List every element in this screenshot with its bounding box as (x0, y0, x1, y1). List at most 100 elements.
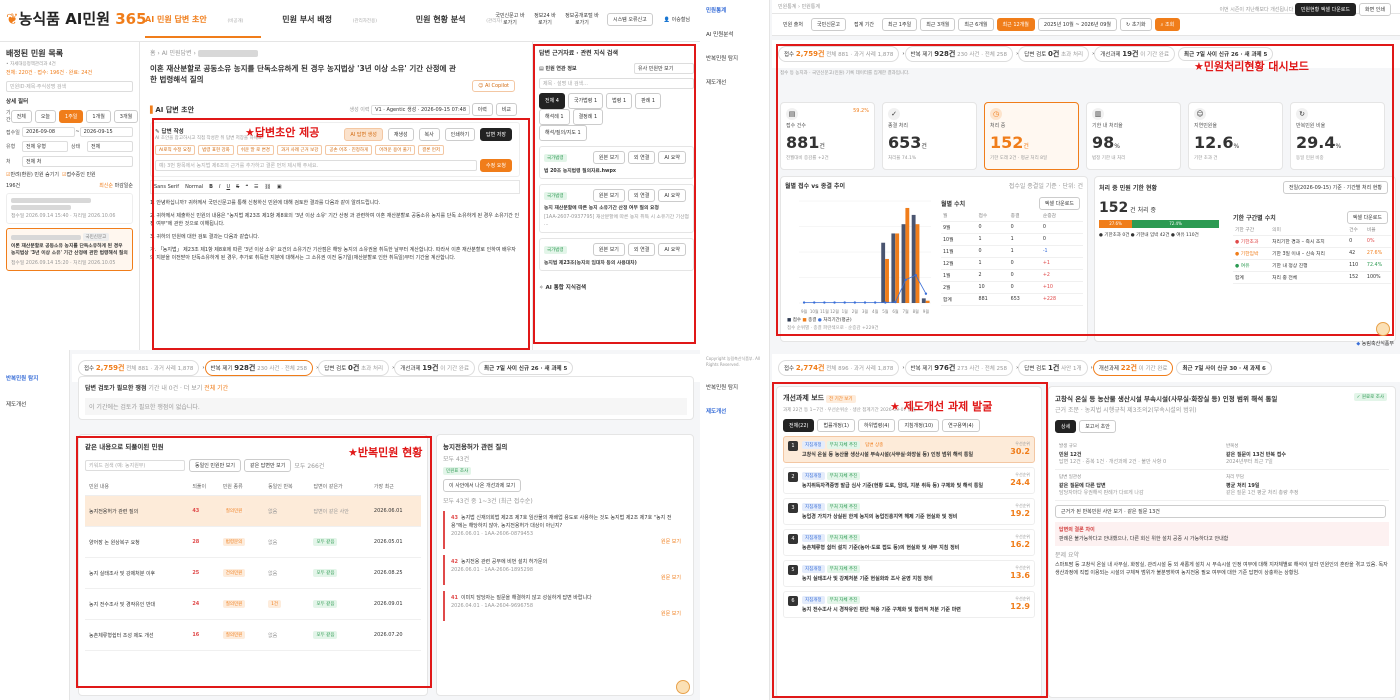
reference-card[interactable]: 국가법령 원본 보기 외 연결 AI 요약 농지 재산분할에 따른 농지 소유기간 산… (539, 184, 694, 233)
regenerate-button[interactable]: 재생성 (387, 127, 414, 141)
period-month[interactable]: 1개월 (86, 109, 111, 123)
underline-icon[interactable]: U (226, 184, 230, 190)
tab-detail[interactable]: 상세 (1055, 420, 1077, 433)
save-answer-button[interactable]: 답변 저장 (480, 127, 512, 141)
view-original-link[interactable]: 원문 보기 (451, 538, 681, 546)
table-row[interactable]: 농지전용허가 관련 질의 43 질의민원 없음 답변이 같은 사안 2026.06.01 (85, 495, 421, 527)
link-icon[interactable]: ⛓ (265, 184, 271, 190)
reset-button[interactable]: ↻ 초기화 (1120, 18, 1152, 31)
tab-report[interactable]: 보고서 초안 (1079, 420, 1116, 433)
chip-law[interactable]: 법령 표현 강화 (198, 145, 234, 155)
monthly-excel-button[interactable]: 엑셀 다운로드 (1038, 197, 1080, 210)
external-link-button[interactable]: 외 연결 (627, 151, 656, 164)
side-item-repeat[interactable]: 반복민원 탐지 (706, 54, 763, 62)
filter-decision[interactable]: 결정례 1 (572, 109, 604, 125)
image-icon[interactable]: ▣ (277, 184, 282, 190)
sort-latest[interactable]: 최신순 (99, 183, 113, 189)
view-original-link[interactable]: 원문 보기 (451, 610, 681, 618)
review-all-link[interactable]: 전체 기간 (204, 385, 228, 392)
side-item-repeat[interactable]: 반복민원 탐지 (6, 374, 63, 382)
view-original-link[interactable]: 원문 보기 (451, 574, 681, 582)
revision-submit-button[interactable]: 수정 요청 (480, 159, 512, 172)
chip-polite[interactable]: 공손 어조 · 진정하게 (325, 145, 373, 155)
list-item[interactable]: . . 접수일 2026.09.14 15:40 · 처리일 2026.10.0… (6, 193, 133, 224)
reference-card[interactable]: 국가법령 원본 보기 외 연결 AI 요약 농지법 제23조(농지의 임대차 등의 사… (539, 238, 694, 271)
repeat-search-input[interactable]: 키워드 검색 (예: 농지원부) (85, 460, 185, 471)
period-today[interactable]: 오늘 (34, 109, 57, 123)
filter-guidance[interactable]: 해석/질의/지도 1 (539, 125, 587, 141)
editor-body[interactable]: 1. 안녕하십니까? 귀하께서 국민신문고를 통해 신청하신 민원에 대해 검토… (150, 199, 520, 262)
app-logo[interactable]: ❦농식품 AI민원 365 (6, 8, 147, 29)
filter-law[interactable]: 법령 1 (606, 93, 633, 109)
task-item[interactable]: 2 지침개정 부처 자체 추진 농지취득자격증명 발급 심사 기준(현황 도로, 임대… (783, 467, 1035, 494)
period-all[interactable]: 전체 (10, 109, 32, 123)
view-original-button[interactable]: 원본 보기 (592, 151, 625, 164)
nav-assign[interactable]: 민원 부서 배정 (관리자전용) (282, 15, 395, 24)
filter-precedent[interactable]: 판례 1 (635, 93, 662, 109)
external-link-button[interactable]: 외 연결 (627, 243, 656, 256)
ai-summary-button[interactable]: AI 요약 (658, 243, 686, 256)
task-item[interactable]: 3 지침개정 부처 자체 추진 농업경 가치가 상실된 한계 농지의 농업진흥지역 해… (783, 498, 1035, 525)
view-original-button[interactable]: 원본 보기 (592, 189, 625, 202)
table-row[interactable]: 농촌체류형쉼터 조성 제도 개선 16 질의민원 없음 모두 같음 2026.07.20 (85, 619, 421, 651)
error-report-button[interactable]: 시스템 오류신고 (606, 12, 653, 26)
filter-all[interactable]: 전체 4 (539, 93, 565, 109)
kpi-recent[interactable]: 최근 7일 사이 신규 26 · 새 과제 5 (478, 361, 574, 375)
chip-ai-fix[interactable]: AI로직 수정 요청 (155, 145, 196, 155)
qa-item[interactable]: 42 농지전용 관련 공부에 비번 설치 허가문의 2026.06.01 · 1AA… (443, 555, 687, 585)
chip-terms[interactable]: 어려운 용어 풀기 (375, 145, 416, 155)
strike-icon[interactable]: S (236, 184, 239, 190)
link-gov24[interactable]: 정보24 바로가기 (533, 12, 557, 26)
reference-search-input[interactable]: 제목 · 설명 내 검색... (539, 78, 694, 89)
qa-item[interactable]: 41 이미지 담당자는 질문을 해결하지 않고 성실하게 답변 바랍니다 2026.… (443, 591, 687, 621)
link-openinfo[interactable]: 정보공개포털 바로가기 (565, 12, 599, 26)
similar-filter-select[interactable]: 유사 민원만 보기 (634, 63, 694, 74)
mascot-icon[interactable] (676, 680, 690, 694)
bold-icon[interactable]: B (209, 184, 213, 190)
kpi-received[interactable]: 접수 2,774건 전체 896 · 과거 사례 1,878 (778, 360, 900, 376)
kpi-received[interactable]: 접수 2,759건 전체 881 · 과거 사례 1,878 (778, 46, 900, 62)
kpi-reform[interactable]: 개선과제 19건 이 기간 완료 (1094, 46, 1176, 62)
user-name[interactable]: 👤 이승철님 (664, 16, 690, 23)
kpi-repeat[interactable]: 반복 제기 976건 273 사건 · 전체 258 (904, 360, 1014, 376)
same-answer-button[interactable]: 같은 답변만 보기 (243, 459, 292, 472)
filter-national-law[interactable]: 국가법령 1 (567, 93, 604, 109)
search-button[interactable]: ⌕ 조회 (1154, 18, 1181, 31)
excel-download-button[interactable]: 민원현황 엑셀 다운로드 (1294, 3, 1356, 16)
kpi-review[interactable]: 답변 검토 0건 초과 처리 (318, 360, 390, 376)
mascot-icon[interactable] (1376, 322, 1390, 336)
version-select[interactable]: V1 · Agentic 생성 · 2026-09-15 07:48 (371, 105, 470, 115)
kpi-repeat[interactable]: 반복 제기 928건 230 사건 · 전체 258 (904, 46, 1014, 62)
date-from-field[interactable]: 2026-09-08 (22, 127, 76, 137)
period-12months[interactable]: 최근 12개월 (996, 18, 1035, 31)
kpi-reform[interactable]: 개선과제 22건 이 기간 완료 (1092, 360, 1174, 376)
print-button[interactable]: 화면 인쇄 (1359, 3, 1391, 16)
chip-easy[interactable]: 쉬운 말 로 변경 (236, 145, 274, 155)
side-item-reform[interactable]: 제도개선 (706, 407, 763, 415)
list-item-selected[interactable]: . 국민신문고 이론 재산분할로 공동소유 농지를 단독소유하게 된 경우 농지… (6, 228, 133, 271)
view-original-button[interactable]: 원본 보기 (592, 243, 625, 256)
quote-icon[interactable]: ❝ (245, 184, 248, 190)
reference-card[interactable]: 국가법령 원본 보기 외 연결 AI 요약 법 20조 농지법령 질의자료.hwpx (539, 146, 694, 179)
ai-summary-button[interactable]: AI 요약 (658, 151, 686, 164)
sort-deadline[interactable]: 마감일순 (115, 183, 133, 189)
revision-input[interactable]: 예) 3번 항목에서 농지법 제6조의 근거를 추가하고 결론 먼저 제시해 주… (155, 160, 477, 171)
table-row[interactable]: 양어장 논 원상복구 요청 28 법령문의 없음 모두 같음 2026.05.01 (85, 526, 421, 558)
print-button[interactable]: 인쇄하기 (444, 127, 476, 141)
kpi-recent[interactable]: 최근 7일 사이 신규 30 · 새 과제 6 (1176, 361, 1272, 375)
side-item-stats[interactable]: 민원통계 (706, 6, 763, 14)
nav-ai-draft[interactable]: AI 민원 답변 초안 (비공개) (145, 15, 262, 38)
evidence-button[interactable]: 근거가 된 반복민원 사안 보기 · 같은 질문 13건 (1055, 505, 1386, 518)
dept-select[interactable]: 전체 처 (22, 156, 133, 167)
period-6months[interactable]: 최근 6개월 (958, 18, 994, 31)
side-item-reform[interactable]: 제도개선 (6, 400, 63, 408)
task-item[interactable]: 6 지침개정 부처 자체 추진 농지 전수조사 시 경작유인 판단 적용 기준 구체화… (783, 591, 1035, 618)
tab-all[interactable]: 전체(22) (783, 419, 815, 432)
date-to-field[interactable]: 2026-09-15 (79, 127, 134, 137)
link-sinmungo[interactable]: 국민신문고 바로가기 (495, 12, 525, 26)
history-button[interactable]: 이력 (471, 103, 493, 116)
table-row[interactable]: 농지 전수조사 및 경작유인 반대 24 질의민원 1건 모두 같음 2026.09.01 (85, 588, 421, 620)
italic-icon[interactable]: I (219, 184, 220, 190)
same-person-button[interactable]: 동일인 민원만 보기 (189, 459, 241, 472)
compare-button[interactable]: 비교 (495, 103, 517, 116)
